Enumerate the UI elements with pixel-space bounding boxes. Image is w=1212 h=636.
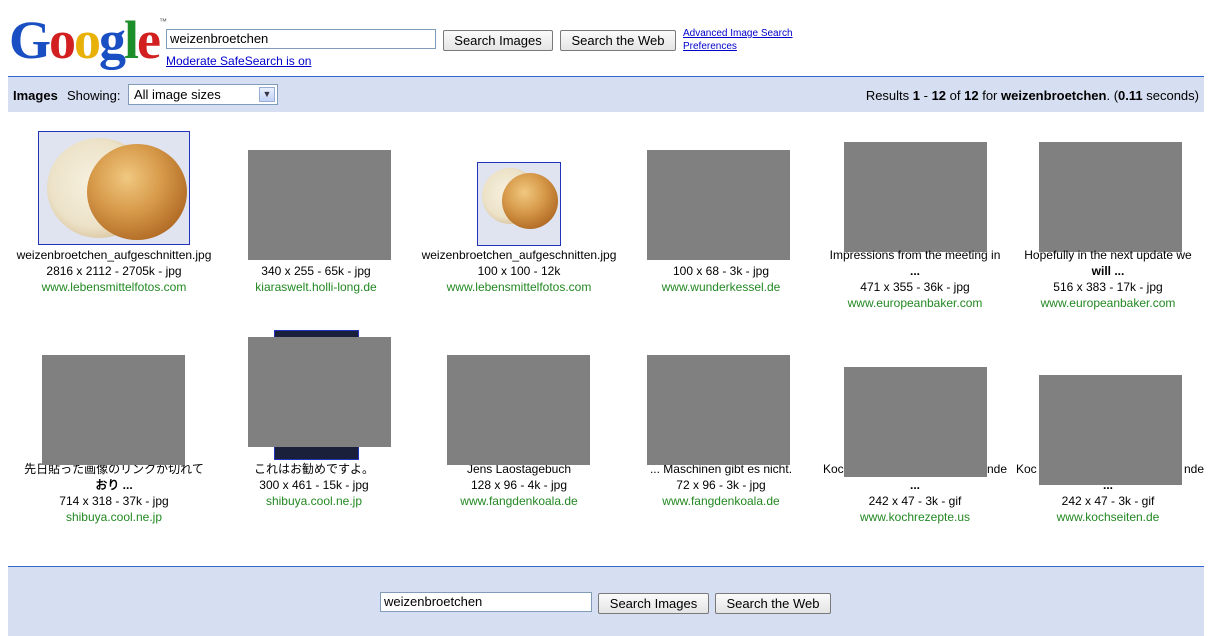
- result-thumbnail-11[interactable]: [844, 367, 987, 477]
- time-suffix: seconds): [1142, 88, 1199, 103]
- result-name-continued: will ...: [1091, 264, 1125, 278]
- result-name-end: nde: [986, 462, 1007, 476]
- result-thumbnail-12[interactable]: [1039, 375, 1182, 485]
- result-thumbnail-9[interactable]: [447, 355, 590, 465]
- result-name-continued: ...: [909, 478, 920, 492]
- footer-search-input[interactable]: weizenbroetchen: [380, 592, 592, 612]
- advanced-image-search-link[interactable]: Advanced Image Search: [683, 28, 793, 39]
- result-dims: 72 x 96 - 3k - jpg: [676, 478, 766, 492]
- result-site[interactable]: kiaraswelt.holli-long.de: [216, 279, 416, 295]
- result-caption-6: Hopefully in the next update we will ...…: [1008, 247, 1208, 311]
- time-prefix: . (: [1106, 88, 1119, 103]
- result-caption-4: 100 x 68 - 3k - jpg www.wunderkessel.de: [621, 263, 821, 295]
- result-caption-3: weizenbroetchen_aufgeschnitten.jpg 100 x…: [419, 247, 619, 295]
- result-name: weizenbroetchen_aufgeschnitten.jpg: [421, 248, 617, 262]
- result-site[interactable]: www.wunderkessel.de: [621, 279, 821, 295]
- bread-roll: [87, 144, 187, 240]
- preferences-link[interactable]: Preferences: [683, 41, 737, 52]
- result-thumbnail-8[interactable]: [248, 337, 391, 447]
- result-dims: 242 x 47 - 3k - gif: [868, 494, 962, 508]
- result-name: Koc: [1016, 462, 1037, 476]
- result-dims: 242 x 47 - 3k - gif: [1061, 494, 1155, 508]
- search-web-button[interactable]: Search the Web: [560, 30, 676, 51]
- result-dims: 100 x 100 - 12k: [477, 264, 561, 278]
- result-thumbnail-10[interactable]: [647, 355, 790, 465]
- of-label: of: [946, 88, 965, 103]
- result-caption-10: ... Maschinen gibt es nicht. 72 x 96 - 3…: [621, 461, 821, 509]
- result-name-end: nde: [1183, 462, 1204, 476]
- result-name: Hopefully in the next update we: [1024, 248, 1192, 262]
- result-caption-2: 340 x 255 - 65k - jpg kiaraswelt.holli-l…: [216, 263, 416, 295]
- result-dims: 516 x 383 - 17k - jpg: [1053, 280, 1163, 294]
- footer-search-bar: weizenbroetchen Search Images Search the…: [8, 566, 1204, 636]
- result-site[interactable]: www.kochrezepte.us: [815, 509, 1015, 525]
- for-label: for: [978, 88, 1001, 103]
- result-site[interactable]: www.kochseiten.de: [1008, 509, 1208, 525]
- result-name: これはお勧めですよ。: [253, 462, 374, 476]
- result-site[interactable]: www.europeanbaker.com: [1008, 295, 1208, 311]
- search-time: 0.11: [1118, 88, 1143, 103]
- range-start: 1: [912, 88, 921, 103]
- safesearch-link[interactable]: Moderate SafeSearch is on: [166, 54, 311, 68]
- result-dims: 714 x 318 - 37k - jpg: [59, 494, 169, 508]
- result-caption-7: 先日貼った画像のリンクが切れて おり ... 714 x 318 - 37k -…: [14, 461, 214, 525]
- result-site[interactable]: shibuya.cool.ne.jp: [214, 493, 414, 509]
- result-dims: 300 x 461 - 15k - jpg: [259, 478, 369, 492]
- result-site[interactable]: www.lebensmittelfotos.com: [419, 279, 619, 295]
- result-site[interactable]: www.fangdenkoala.de: [419, 493, 619, 509]
- range-end: 12: [931, 88, 947, 103]
- result-site[interactable]: shibuya.cool.ne.jp: [14, 509, 214, 525]
- result-dims: 100 x 68 - 3k - jpg: [672, 264, 770, 278]
- result-name: Koc: [823, 462, 844, 476]
- result-thumbnail-6[interactable]: [1039, 142, 1182, 252]
- result-caption-5: Impressions from the meeting in ... 471 …: [815, 247, 1015, 311]
- showing-label: Showing:: [67, 88, 121, 103]
- result-thumbnail-5[interactable]: [844, 142, 987, 252]
- result-caption-8: これはお勧めですよ。 300 x 461 - 15k - jpg shibuya…: [214, 461, 414, 509]
- search-input[interactable]: weizenbroetchen: [166, 29, 436, 49]
- search-images-button[interactable]: Search Images: [443, 30, 553, 51]
- result-thumbnail-7[interactable]: [42, 355, 185, 465]
- result-thumbnail-2[interactable]: [248, 150, 391, 260]
- results-bar: Images Showing: All image sizes ▼ Result…: [8, 76, 1204, 112]
- result-caption-1: weizenbroetchen_aufgeschnitten.jpg 2816 …: [14, 247, 214, 295]
- google-logo[interactable]: Google™: [9, 12, 167, 68]
- image-size-select[interactable]: All image sizes ▼: [128, 84, 278, 105]
- result-site[interactable]: www.lebensmittelfotos.com: [14, 279, 214, 295]
- result-name: weizenbroetchen_aufgeschnitten.jpg: [16, 248, 212, 262]
- result-dims: 340 x 255 - 65k - jpg: [261, 264, 371, 278]
- range-sep: -: [920, 88, 932, 103]
- result-thumbnail-3[interactable]: [477, 162, 561, 246]
- chevron-down-icon[interactable]: ▼: [259, 87, 275, 102]
- bread-roll-small: [502, 173, 558, 229]
- results-summary: Results 1 - 12 of 12 for weizenbroetchen…: [866, 88, 1199, 103]
- result-dims: 2816 x 2112 - 2705k - jpg: [46, 264, 182, 278]
- results-total: 12: [964, 88, 979, 103]
- result-name-continued: ...: [909, 264, 920, 278]
- result-site[interactable]: www.fangdenkoala.de: [621, 493, 821, 509]
- result-caption-9: Jens Laostagebuch 128 x 96 - 4k - jpg ww…: [419, 461, 619, 509]
- results-prefix: Results: [865, 88, 913, 103]
- result-name-continued: おり ...: [95, 478, 133, 492]
- result-name: Impressions from the meeting in: [829, 248, 1001, 262]
- result-thumbnail-1[interactable]: [38, 131, 190, 245]
- footer-search-images-button[interactable]: Search Images: [598, 593, 709, 614]
- images-label: Images: [13, 88, 58, 103]
- result-site[interactable]: www.europeanbaker.com: [815, 295, 1015, 311]
- results-query: weizenbroetchen: [1001, 88, 1107, 103]
- result-dims: 471 x 355 - 36k - jpg: [860, 280, 970, 294]
- result-thumbnail-4[interactable]: [647, 150, 790, 260]
- footer-search-web-button[interactable]: Search the Web: [715, 593, 831, 614]
- image-size-value: All image sizes: [134, 87, 221, 102]
- result-dims: 128 x 96 - 4k - jpg: [470, 478, 568, 492]
